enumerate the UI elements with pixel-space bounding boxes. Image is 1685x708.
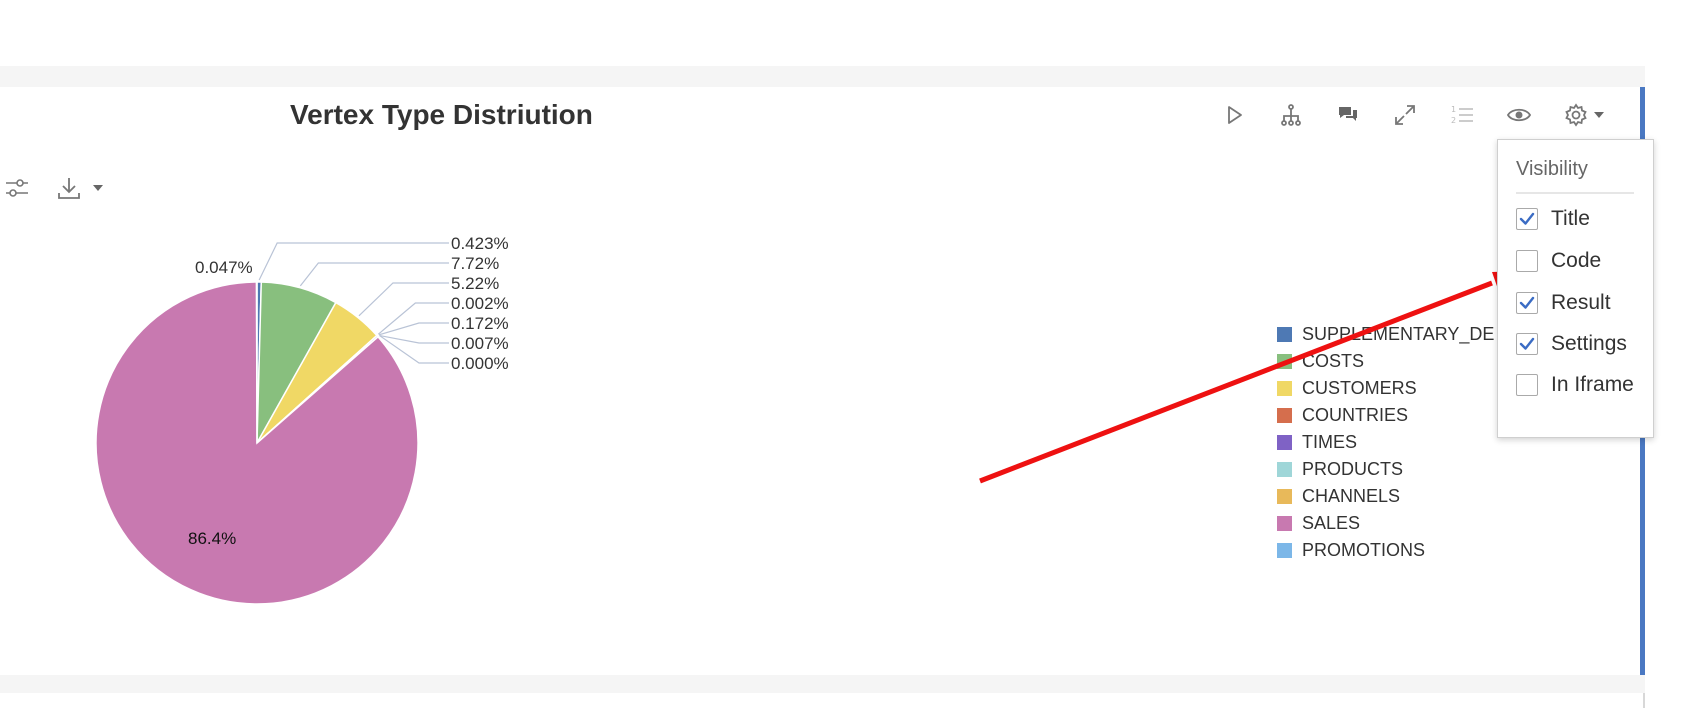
legend-label: TIMES [1302, 431, 1358, 452]
expand-button[interactable] [1387, 97, 1423, 133]
line-numbers-icon: 12 [1451, 105, 1473, 125]
legend-swatch [1277, 542, 1292, 558]
previous-paragraph [0, 0, 1645, 66]
legend-swatch [1277, 488, 1292, 504]
leader-line [358, 282, 449, 317]
checkbox[interactable] [1516, 333, 1538, 355]
visibility-option-in-iframe[interactable]: In Iframe [1516, 370, 1634, 400]
visibility-option-label: Code [1551, 249, 1602, 272]
legend-item[interactable]: COSTS [1277, 350, 1364, 372]
visibility-option-settings[interactable]: Settings [1516, 329, 1627, 359]
legend-item[interactable]: COUNTRIES [1277, 404, 1408, 426]
legend-label: CUSTOMERS [1302, 377, 1417, 398]
notebook-paragraph: Vertex Type Distriution 12 0.423% 7.72% … [0, 87, 1645, 675]
settings-dropdown-toggle[interactable] [1589, 97, 1609, 133]
comments-button[interactable] [1330, 97, 1366, 133]
run-icon [1228, 106, 1242, 124]
visibility-option-label: Title [1551, 207, 1590, 230]
caret-down-icon [1594, 112, 1604, 118]
legend-item[interactable]: SALES [1277, 512, 1360, 534]
visibility-option-title[interactable]: Title [1516, 204, 1590, 234]
checkbox[interactable] [1516, 208, 1538, 230]
visibility-option-code[interactable]: Code [1516, 246, 1601, 276]
leader-line [258, 242, 449, 281]
visibility-option-label: In Iframe [1551, 373, 1634, 396]
check-icon [1519, 212, 1535, 225]
legend-label: CHANNELS [1302, 485, 1401, 506]
expand-icon [1395, 105, 1415, 125]
check-icon [1519, 296, 1535, 309]
leader-line [377, 302, 449, 335]
visibility-button[interactable] [1501, 97, 1537, 133]
data-label: 0.007% [451, 334, 509, 353]
legend-label: PRODUCTS [1302, 458, 1404, 479]
data-label: 7.72% [451, 254, 499, 273]
run-button[interactable] [1216, 97, 1252, 133]
legend-swatch [1277, 461, 1292, 477]
legend-swatch [1277, 407, 1292, 423]
visibility-menu-header: Visibility [1516, 158, 1634, 194]
line-numbers-button[interactable]: 12 [1444, 97, 1480, 133]
legend-swatch [1277, 353, 1292, 369]
legend-item[interactable]: SUPPLEMENTARY_DE [1277, 323, 1494, 345]
data-label: 0.002% [451, 294, 509, 313]
data-label: 0.000% [451, 354, 509, 373]
legend-item[interactable]: CUSTOMERS [1277, 377, 1417, 399]
legend-item[interactable]: TIMES [1277, 431, 1357, 453]
legend-item[interactable]: CHANNELS [1277, 485, 1400, 507]
legend-item[interactable]: PROMOTIONS [1277, 539, 1425, 561]
legend-label: PROMOTIONS [1302, 539, 1426, 560]
visibility-option-label: Settings [1551, 332, 1627, 355]
visibility-option-result[interactable]: Result [1516, 288, 1611, 318]
comments-icon [1339, 107, 1357, 121]
hierarchy-icon [1281, 104, 1301, 126]
legend-label: COSTS [1302, 350, 1365, 371]
legend-item[interactable]: PRODUCTS [1277, 458, 1403, 480]
legend-swatch [1277, 434, 1292, 450]
legend-swatch [1277, 515, 1292, 531]
checkbox[interactable] [1516, 292, 1538, 314]
svg-text:1: 1 [1451, 105, 1456, 114]
visibility-option-label: Result [1551, 291, 1611, 314]
data-label: 86.4% [188, 529, 236, 548]
data-label: 5.22% [451, 274, 499, 293]
chart-legend: SUPPLEMENTARY_DE COSTS CUSTOMERS COUNTRIES T… [1277, 323, 1497, 563]
legend-label: SUPPLEMENTARY_DE [1302, 323, 1495, 344]
leader-line [379, 334, 449, 344]
legend-label: COUNTRIES [1302, 404, 1409, 425]
check-icon [1519, 337, 1535, 350]
next-paragraph [0, 693, 1645, 708]
visibility-menu: Visibility Title Code Result Settings In Ifr… [1497, 139, 1654, 438]
settings-icon [1565, 103, 1587, 127]
visibility-icon [1507, 108, 1531, 122]
checkbox[interactable] [1516, 374, 1538, 396]
checkbox[interactable] [1516, 250, 1538, 272]
data-label: 0.047% [195, 258, 253, 277]
legend-swatch [1277, 380, 1292, 396]
data-label: 0.423% [451, 234, 509, 253]
legend-label: SALES [1302, 512, 1361, 533]
hierarchy-button[interactable] [1273, 97, 1309, 133]
data-label: 0.172% [451, 314, 509, 333]
legend-swatch [1277, 326, 1292, 342]
svg-text:2: 2 [1451, 116, 1456, 125]
pie-chart: 0.423%7.72%5.22%0.002%0.172%0.007%0.000%… [95, 234, 509, 605]
